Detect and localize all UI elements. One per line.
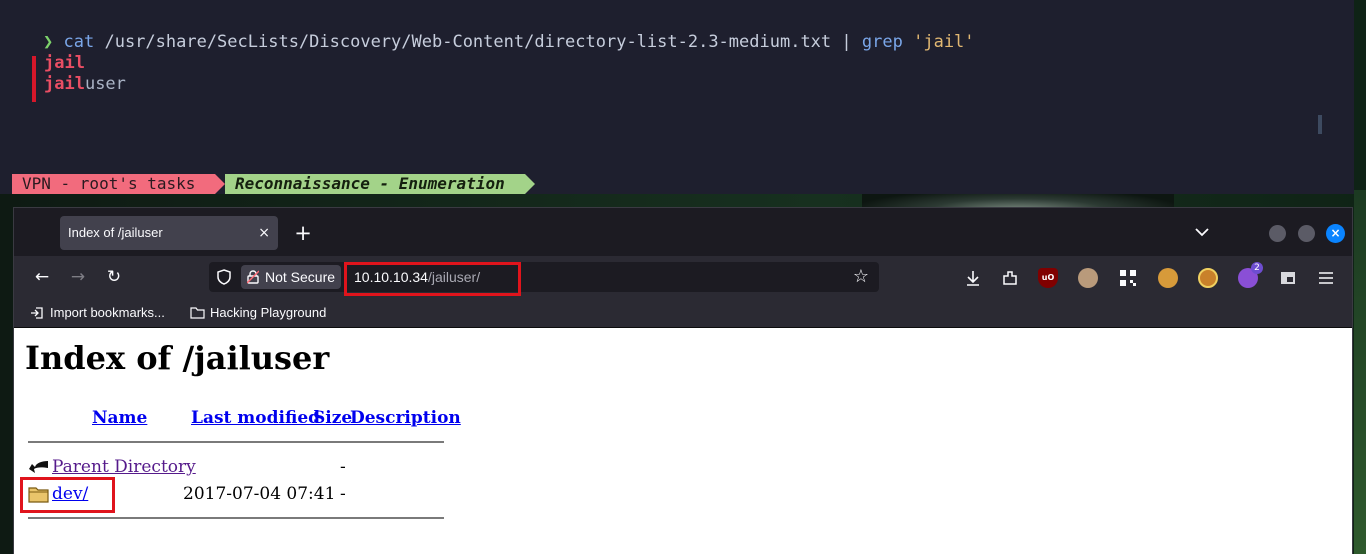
- page-content: Index of /jailuser Name Last modified Si…: [14, 328, 1352, 554]
- terminal-window[interactable]: ❯ cat /usr/share/SecLists/Discovery/Web-…: [0, 0, 1354, 194]
- bookmarks-toolbar: Import bookmarks... Hacking Playground: [14, 298, 1352, 328]
- command-argument: 'jail': [913, 32, 975, 52]
- security-label: Not Secure: [265, 269, 336, 285]
- extensions-icon[interactable]: [1000, 268, 1020, 288]
- lock-warning-icon: [247, 270, 259, 284]
- parent-directory-link[interactable]: Parent Directory: [52, 456, 196, 478]
- row-size: -: [340, 457, 346, 477]
- prompt-icon: ❯: [43, 32, 54, 52]
- terminal-cursor: [1318, 115, 1322, 134]
- browser-window: Index of /jailuser × + × ← → ↻ Not Secur…: [13, 207, 1353, 554]
- forward-button[interactable]: →: [66, 265, 90, 289]
- qr-code-icon[interactable]: [1118, 268, 1138, 288]
- bookmark-star-icon[interactable]: ☆: [850, 266, 872, 288]
- bookmark-import[interactable]: Import bookmarks...: [50, 298, 165, 328]
- page-title: Index of /jailuser: [25, 339, 330, 377]
- back-arrow-icon: [29, 461, 48, 473]
- extension-face-icon[interactable]: [1078, 268, 1098, 288]
- status-separator: [215, 174, 225, 194]
- output-line: jail: [44, 53, 85, 73]
- cookie-icon[interactable]: [1158, 268, 1178, 288]
- dev-highlight-box: [20, 477, 115, 513]
- shield-icon[interactable]: [215, 268, 233, 286]
- status-separator: [525, 174, 535, 194]
- output-match: jail: [44, 53, 85, 73]
- back-button[interactable]: ←: [30, 265, 54, 289]
- address-bar[interactable]: Not Secure 10.10.10.34/jailuser/ ☆: [209, 262, 879, 292]
- column-size-link[interactable]: Size: [313, 408, 352, 428]
- row-size: -: [340, 484, 346, 504]
- extension-cookie-icon[interactable]: [1198, 268, 1218, 288]
- site-security-button[interactable]: Not Secure: [241, 265, 341, 289]
- column-last-modified-link[interactable]: Last modified: [191, 408, 320, 428]
- command-grep: grep: [861, 32, 903, 52]
- import-icon: [31, 307, 43, 319]
- close-window-button[interactable]: ×: [1326, 224, 1345, 243]
- output-line: jailuser: [44, 74, 126, 94]
- divider: [28, 517, 444, 519]
- tab-title: Index of /jailuser: [68, 225, 163, 240]
- menu-icon[interactable]: [1316, 268, 1336, 288]
- wallpaper-edge: [1354, 190, 1366, 554]
- command-line: ❯ cat /usr/share/SecLists/Discovery/Web-…: [43, 32, 975, 52]
- folder-icon: [190, 307, 205, 319]
- reload-button[interactable]: ↻: [102, 265, 126, 289]
- row-last-modified: 2017-07-04 07:41: [183, 484, 336, 504]
- command-pipe: |: [841, 32, 852, 52]
- url-highlight-box: [344, 262, 521, 296]
- extension-pip-icon[interactable]: [1278, 268, 1298, 288]
- chevron-down-icon[interactable]: [1192, 222, 1212, 242]
- tab-active[interactable]: Index of /jailuser ×: [60, 216, 278, 250]
- ublock-origin-icon[interactable]: uO: [1038, 268, 1058, 288]
- tab-bar: Index of /jailuser × + ×: [14, 208, 1352, 256]
- output-marker: [32, 56, 36, 102]
- tab-close-icon[interactable]: ×: [258, 216, 270, 250]
- output-rest: user: [84, 74, 126, 94]
- column-description-link[interactable]: Description: [350, 408, 461, 428]
- maximize-button[interactable]: [1298, 225, 1315, 242]
- downloads-icon[interactable]: [963, 268, 983, 288]
- extension-badge-count: 2: [1251, 262, 1263, 274]
- status-vpn-segment: VPN - root's tasks: [12, 174, 215, 194]
- minimize-button[interactable]: [1269, 225, 1286, 242]
- navigation-bar: ← → ↻ Not Secure 10.10.10.34/jailuser/ ☆: [14, 256, 1352, 298]
- status-task-segment: Reconnaissance - Enumeration: [225, 174, 525, 194]
- column-name-link[interactable]: Name: [92, 408, 147, 428]
- bookmark-folder-hacking-playground[interactable]: Hacking Playground: [210, 298, 326, 328]
- output-match: jail: [44, 74, 85, 94]
- command-path: /usr/share/SecLists/Discovery/Web-Conten…: [104, 32, 832, 52]
- new-tab-button[interactable]: +: [292, 218, 314, 248]
- divider: [28, 441, 444, 443]
- command-cat: cat: [63, 32, 95, 52]
